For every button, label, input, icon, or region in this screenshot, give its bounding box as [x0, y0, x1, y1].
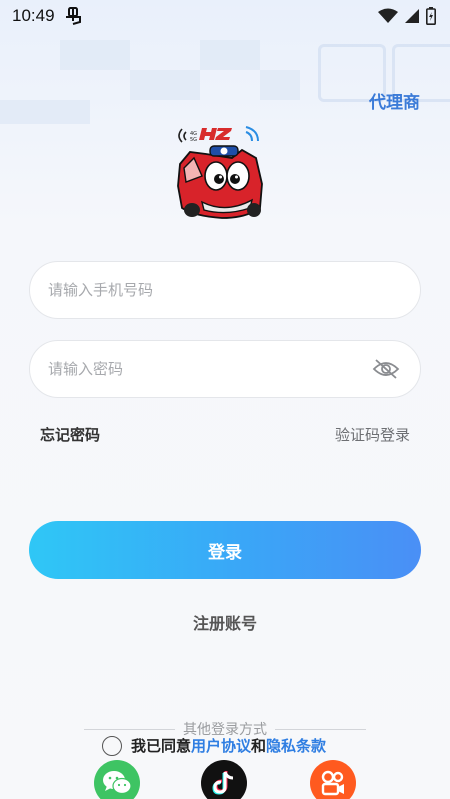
code-login-link[interactable]: 验证码登录 — [335, 424, 410, 445]
agreement-checkbox[interactable] — [102, 735, 122, 756]
password-field[interactable] — [29, 340, 421, 398]
eye-off-icon[interactable] — [372, 358, 400, 380]
auth-links-row: 忘记密码 验证码登录 — [40, 424, 410, 445]
agreement-and: 和 — [251, 737, 267, 755]
background — [0, 0, 450, 799]
divider-line-left — [84, 728, 175, 730]
status-time: 10:49 — [12, 6, 55, 25]
app-logo: 4G 5G — [177, 126, 263, 219]
wechat-login-button[interactable] — [94, 760, 140, 799]
douyin-login-button[interactable] — [201, 760, 247, 799]
login-button[interactable]: 登录 — [29, 521, 421, 579]
user-agreement-link[interactable]: 用户协议 — [191, 737, 251, 755]
privacy-policy-link[interactable]: 隐私条款 — [266, 737, 326, 755]
kuaishou-login-button[interactable] — [310, 760, 356, 799]
forgot-password-link[interactable]: 忘记密码 — [40, 424, 100, 445]
notification-icon — [65, 7, 81, 25]
phone-input[interactable] — [48, 281, 402, 299]
svg-text:5G: 5G — [190, 137, 197, 143]
agreement-prefix: 我已同意 — [131, 737, 192, 755]
douyin-icon — [212, 771, 234, 795]
wechat-icon — [103, 771, 132, 795]
password-input[interactable] — [48, 360, 372, 378]
wifi-icon — [378, 8, 398, 23]
battery-icon — [426, 7, 436, 25]
phone-field[interactable] — [29, 261, 421, 319]
signal-icon — [405, 9, 419, 23]
agreement-row: 我已同意用户协议和隐私条款 — [102, 735, 326, 756]
agent-link[interactable]: 代理商 — [369, 88, 420, 113]
register-link[interactable]: 注册账号 — [0, 610, 450, 634]
kuaishou-icon — [321, 770, 344, 796]
divider-line-right — [275, 728, 366, 730]
status-bar: 10:49 — [0, 0, 450, 32]
